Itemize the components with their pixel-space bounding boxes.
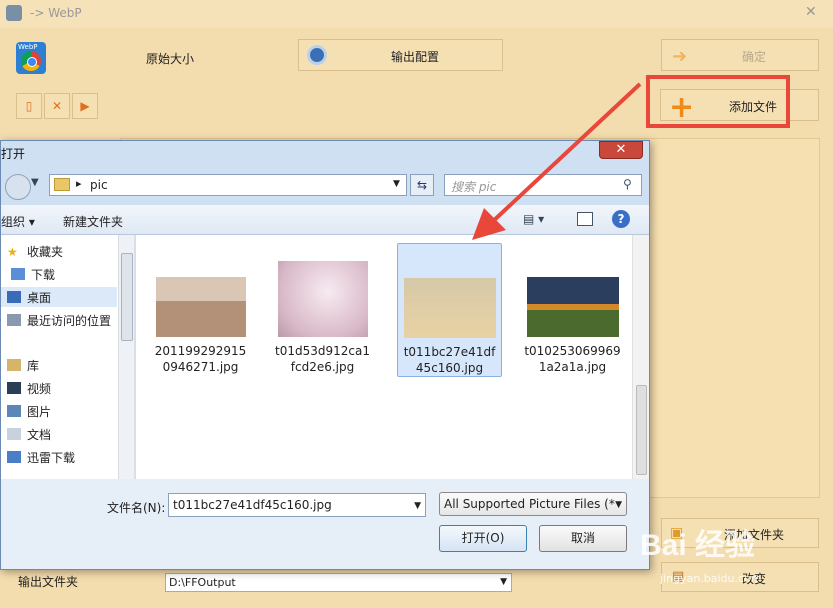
- organize-menu[interactable]: 组织 ▾: [1, 213, 35, 230]
- output-config-button[interactable]: 输出配置: [298, 39, 503, 71]
- folder-icon: [54, 178, 70, 191]
- refresh-button[interactable]: ⇆: [410, 174, 434, 196]
- nav-videos-label: 视频: [27, 381, 52, 396]
- nav-favorites[interactable]: ★ 收藏夹: [7, 241, 63, 261]
- file-name: t011bc27e41df45c160.jpg: [403, 345, 496, 375]
- file-name: t01d53d912ca1fcd2e6.jpg: [275, 344, 370, 374]
- output-folder-select[interactable]: D:\FFOutput ▼: [165, 573, 512, 592]
- file-list-pane: 2011992929150946271.jpg t01d53d912ca1fcd…: [136, 235, 632, 479]
- new-folder-button[interactable]: 新建文件夹: [63, 213, 123, 230]
- chevron-down-icon[interactable]: ▼: [393, 179, 400, 189]
- clear-list-icon[interactable]: ✕: [44, 93, 70, 119]
- file-name-value: t011bc27e41df45c160.jpg: [173, 498, 332, 512]
- file-thumbnail: [155, 277, 246, 337]
- search-input[interactable]: 搜索 pic ⚲: [444, 174, 642, 196]
- confirm-label: 确定: [742, 50, 767, 64]
- file-thumbnail: [277, 261, 368, 337]
- files-scroll-thumb[interactable]: [636, 385, 647, 475]
- file-name-label: 文件名(N):: [107, 501, 166, 515]
- nav-recent-label: 最近访问的位置: [27, 313, 112, 328]
- nav-pictures[interactable]: 图片: [7, 401, 51, 421]
- history-dropdown-icon[interactable]: ▼: [31, 177, 39, 188]
- small-toolbar: ▯ ✕ ▶: [16, 93, 100, 119]
- file-item[interactable]: t01d53d912ca1fcd2e6.jpg: [270, 245, 375, 374]
- chevron-down-icon[interactable]: ▼: [414, 495, 421, 517]
- nav-documents-label: 文档: [27, 427, 52, 442]
- output-config-label: 输出配置: [391, 50, 440, 64]
- file-name: t0102530699691a2a1a.jpg: [524, 344, 621, 374]
- nav-documents[interactable]: 文档: [7, 424, 51, 444]
- watermark: Bai 经验 jingyan.baidu.com: [640, 520, 762, 585]
- nav-xunlei-label: 迅雷下载: [27, 450, 76, 465]
- app-icon: [6, 5, 22, 21]
- chevron-down-icon: ▼: [500, 577, 507, 587]
- nav-downloads[interactable]: 下载: [11, 264, 55, 284]
- file-thumbnail: [403, 278, 496, 338]
- search-icon: ⚲: [623, 177, 632, 191]
- nav-desktop[interactable]: 桌面: [1, 287, 117, 307]
- open-button[interactable]: 打开(O): [439, 525, 527, 552]
- view-options-icon[interactable]: ▤ ▾: [523, 212, 544, 226]
- webp-logo-icon: WebP: [16, 42, 46, 74]
- search-placeholder: 搜索 pic: [451, 180, 497, 194]
- watermark-logo: Bai 经验: [640, 529, 756, 562]
- nav-recent[interactable]: 最近访问的位置: [7, 310, 111, 330]
- file-item-selected[interactable]: t011bc27e41df45c160.jpg: [397, 243, 502, 377]
- navigation-pane: ★ 收藏夹 下载 桌面 最近访问的位置 库 视频 图片 文档 迅雷下载: [1, 235, 135, 479]
- preview-pane-icon[interactable]: [577, 212, 593, 226]
- chrome-icon: [21, 51, 41, 71]
- gear-icon: [307, 45, 327, 65]
- file-type-value: All Supported Picture Files (*: [444, 497, 615, 511]
- app-title: -> WebP: [30, 6, 82, 20]
- nav-scrollbar[interactable]: [118, 235, 134, 479]
- webp-logo-text: WebP: [18, 43, 38, 51]
- highlight-box: [646, 75, 790, 128]
- app-title-bar: -> WebP ✕: [0, 0, 833, 28]
- dialog-toolbar: 组织 ▾ 新建文件夹 ▤ ▾ ?: [1, 205, 649, 235]
- file-item[interactable]: 2011992929150946271.jpg: [148, 245, 253, 374]
- app-close-button[interactable]: ✕: [805, 4, 817, 20]
- nav-pictures-label: 图片: [27, 404, 52, 419]
- help-icon[interactable]: ?: [612, 210, 630, 228]
- watermark-url: jingyan.baidu.com: [660, 572, 762, 585]
- arrow-right-icon: ➜: [672, 46, 688, 67]
- open-file-dialog: 打开 ✕ ▼ ▸ pic ▼ ⇆ 搜索 pic ⚲ 组织 ▾ 新建文件夹 ▤ ▾…: [0, 140, 650, 570]
- breadcrumb-separator-icon: ▸: [76, 177, 82, 190]
- nav-videos[interactable]: 视频: [7, 378, 51, 398]
- nav-downloads-label: 下载: [31, 267, 56, 282]
- nav-scroll-thumb[interactable]: [121, 253, 133, 341]
- file-item[interactable]: t0102530699691a2a1a.jpg: [520, 245, 625, 374]
- nav-xunlei[interactable]: 迅雷下载: [7, 447, 75, 467]
- cancel-button[interactable]: 取消: [539, 525, 627, 552]
- remove-file-icon[interactable]: ▯: [16, 93, 42, 119]
- play-icon[interactable]: ▶: [72, 93, 98, 119]
- dialog-footer: 文件名(N): t011bc27e41df45c160.jpg ▼ All Su…: [1, 479, 649, 569]
- file-type-select[interactable]: All Supported Picture Files (* ▼: [439, 492, 627, 516]
- nav-libraries[interactable]: 库: [7, 355, 39, 375]
- output-folder-value: D:\FFOutput: [169, 576, 236, 589]
- address-path: pic: [90, 178, 108, 192]
- dialog-close-button[interactable]: ✕: [599, 141, 643, 159]
- file-thumbnail: [526, 277, 619, 337]
- dialog-title: 打开: [1, 147, 26, 161]
- chevron-down-icon: ▼: [615, 500, 622, 510]
- nav-favorites-label: 收藏夹: [27, 244, 64, 259]
- output-folder-label: 输出文件夹: [18, 575, 79, 589]
- file-name-input[interactable]: t011bc27e41df45c160.jpg ▼: [168, 493, 426, 517]
- original-size-label: 原始大小: [146, 52, 195, 66]
- confirm-button[interactable]: ➜ 确定: [661, 39, 819, 71]
- files-scrollbar[interactable]: [632, 235, 649, 479]
- nav-desktop-label: 桌面: [27, 290, 52, 305]
- back-button[interactable]: [5, 174, 31, 200]
- file-name: 2011992929150946271.jpg: [154, 344, 247, 374]
- address-bar[interactable]: ▸ pic ▼: [49, 174, 407, 196]
- nav-libraries-label: 库: [27, 358, 40, 373]
